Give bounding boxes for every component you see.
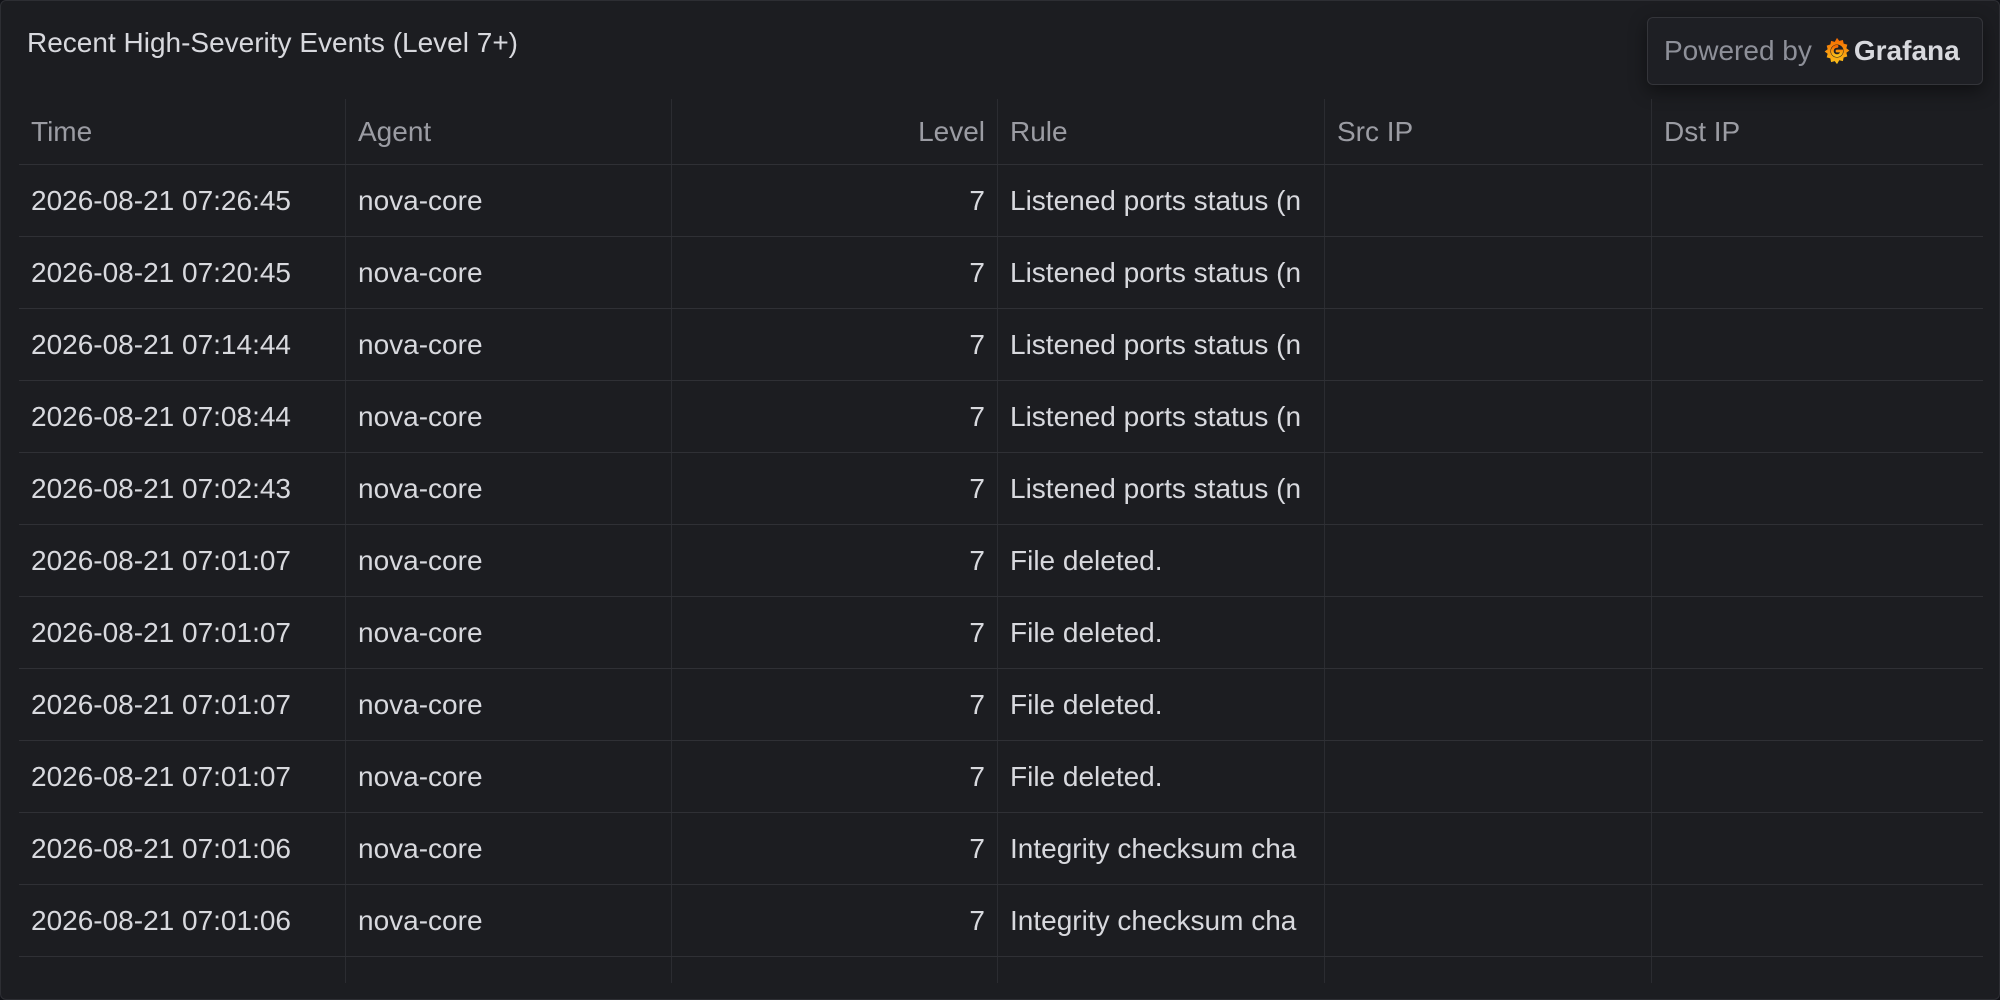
cell-dst-ip: [1652, 669, 1983, 741]
table-row[interactable]: 2026-08-21 07:01:06 nova-core 7 Integrity c…: [19, 813, 1983, 885]
column-header-src-ip[interactable]: Src IP: [1325, 99, 1651, 165]
column-header-level[interactable]: Level: [672, 99, 997, 165]
cell-agent: nova-core: [358, 185, 483, 216]
cell-level: 7: [969, 473, 985, 504]
cell-time: 2026-08-21 07:01:06: [31, 833, 291, 864]
cell-rule: File deleted.: [1010, 689, 1163, 720]
table-header-row: Time Agent Level Rule Src IP Dst IP: [19, 99, 1983, 165]
cell-src-ip: [1325, 453, 1651, 525]
events-table: Time Agent Level Rule Src IP Dst IP 2026…: [19, 99, 1983, 983]
cell-dst-ip: [1652, 525, 1983, 597]
cell-src-ip: [1325, 381, 1651, 453]
cell-agent: nova-core: [358, 833, 483, 864]
cell-time: 2026-08-21 07:14:44: [31, 329, 291, 360]
cell-src-ip: [1325, 885, 1651, 957]
cell-dst-ip: [1652, 309, 1983, 381]
column-header-dst-ip[interactable]: Dst IP: [1652, 99, 1983, 165]
cell-dst-ip: [1652, 741, 1983, 813]
cell-src-ip: [1325, 525, 1651, 597]
cell-dst-ip: [1652, 453, 1983, 525]
cell-rule: File deleted.: [1010, 545, 1163, 576]
powered-by-grafana-badge[interactable]: Powered by Grafana: [1647, 17, 1983, 85]
cell-dst-ip: [1652, 813, 1983, 885]
table-row[interactable]: 2026-08-21 07:08:44 nova-core 7 Listened po…: [19, 381, 1983, 453]
cell-agent: nova-core: [358, 617, 483, 648]
cell-rule: File deleted.: [1010, 617, 1163, 648]
cell-agent: nova-core: [358, 545, 483, 576]
panel-title: Recent High-Severity Events (Level 7+): [27, 27, 518, 58]
cell-agent: nova-core: [358, 329, 483, 360]
table-row[interactable]: 2026-08-21 07:14:44 nova-core 7 Listened po…: [19, 309, 1983, 381]
table-row[interactable]: 2026-08-21 07:01:07 nova-core 7 File delete…: [19, 525, 1983, 597]
cell-dst-ip: [1652, 237, 1983, 309]
cell-time: 2026-08-21 07:01:07: [31, 689, 291, 720]
cell-src-ip: [1325, 237, 1651, 309]
cell-agent: nova-core: [358, 401, 483, 432]
cell-agent: nova-core: [358, 905, 483, 936]
cell-time: 2026-08-21 07:01:07: [31, 617, 291, 648]
cell-level: 7: [969, 689, 985, 720]
cell-level: 7: [969, 617, 985, 648]
cell-time: 2026-08-21 07:08:44: [31, 401, 291, 432]
cell-time: 2026-08-21 07:02:43: [31, 473, 291, 504]
cell-agent: nova-core: [358, 689, 483, 720]
cell-src-ip: [1325, 813, 1651, 885]
cell-time: 2026-08-21 07:20:45: [31, 257, 291, 288]
cell-time: 2026-08-21 07:01:06: [31, 905, 291, 936]
grafana-brand-text: Grafana: [1853, 35, 1960, 66]
cell-rule: Listened ports status (n: [1010, 185, 1302, 216]
cell-dst-ip: [1652, 165, 1983, 237]
cell-dst-ip: [1652, 381, 1983, 453]
cell-level: 7: [969, 185, 985, 216]
table-row[interactable]: 2026-08-21 07:20:45 nova-core 7 Listened po…: [19, 237, 1983, 309]
table-row[interactable]: 2026-08-21 07:01:07 nova-core 7 File delete…: [19, 741, 1983, 813]
grafana-logo-icon: [1822, 36, 1852, 66]
column-header-agent[interactable]: Agent: [346, 99, 671, 165]
cell-level: 7: [969, 761, 985, 792]
cell-rule: Listened ports status (n: [1010, 401, 1302, 432]
table-row[interactable]: 2026-08-21 07:01:07 nova-core 7 File delete…: [19, 669, 1983, 741]
cell-src-ip: [1325, 741, 1651, 813]
powered-by-label: Powered by: [1664, 35, 1812, 66]
cell-time: 2026-08-21 07:01:07: [31, 545, 291, 576]
cell-rule: Listened ports status (n: [1010, 257, 1302, 288]
cell-dst-ip: [1652, 885, 1983, 957]
cell-agent: nova-core: [358, 761, 483, 792]
cell-rule: Listened ports status (n: [1010, 473, 1302, 504]
cell-level: 7: [969, 833, 985, 864]
cell-agent: nova-core: [358, 473, 483, 504]
cell-agent: nova-core: [358, 257, 483, 288]
cell-rule: Integrity checksum cha: [1010, 905, 1297, 936]
column-header-rule[interactable]: Rule: [998, 99, 1324, 165]
cell-level: 7: [969, 905, 985, 936]
cell-rule: Listened ports status (n: [1010, 329, 1302, 360]
cell-time: 2026-08-21 07:01:07: [31, 761, 291, 792]
cell-level: 7: [969, 401, 985, 432]
cell-level: 7: [969, 257, 985, 288]
cell-dst-ip: [1652, 597, 1983, 669]
table-row[interactable]: 2026-08-21 07:02:43 nova-core 7 Listened po…: [19, 453, 1983, 525]
cell-src-ip: [1325, 165, 1651, 237]
cell-rule: File deleted.: [1010, 761, 1163, 792]
cell-rule: Integrity checksum cha: [1010, 833, 1297, 864]
cell-src-ip: [1325, 669, 1651, 741]
table-row[interactable]: 2026-08-21 07:01:06 nova-core 7 Integrity c…: [19, 885, 1983, 957]
cell-level: 7: [969, 329, 985, 360]
cell-src-ip: [1325, 309, 1651, 381]
table-row[interactable]: 2026-08-21 07:26:45 nova-core 7 Listened po…: [19, 165, 1983, 237]
table-row[interactable]: 2026-08-21 07:01:07 nova-core 7 File delete…: [19, 597, 1983, 669]
events-table-panel: Recent High-Severity Events (Level 7+) P…: [0, 0, 2000, 1000]
column-header-time[interactable]: Time: [19, 99, 345, 165]
cell-time: 2026-08-21 07:26:45: [31, 185, 291, 216]
cell-src-ip: [1325, 597, 1651, 669]
cell-level: 7: [969, 545, 985, 576]
